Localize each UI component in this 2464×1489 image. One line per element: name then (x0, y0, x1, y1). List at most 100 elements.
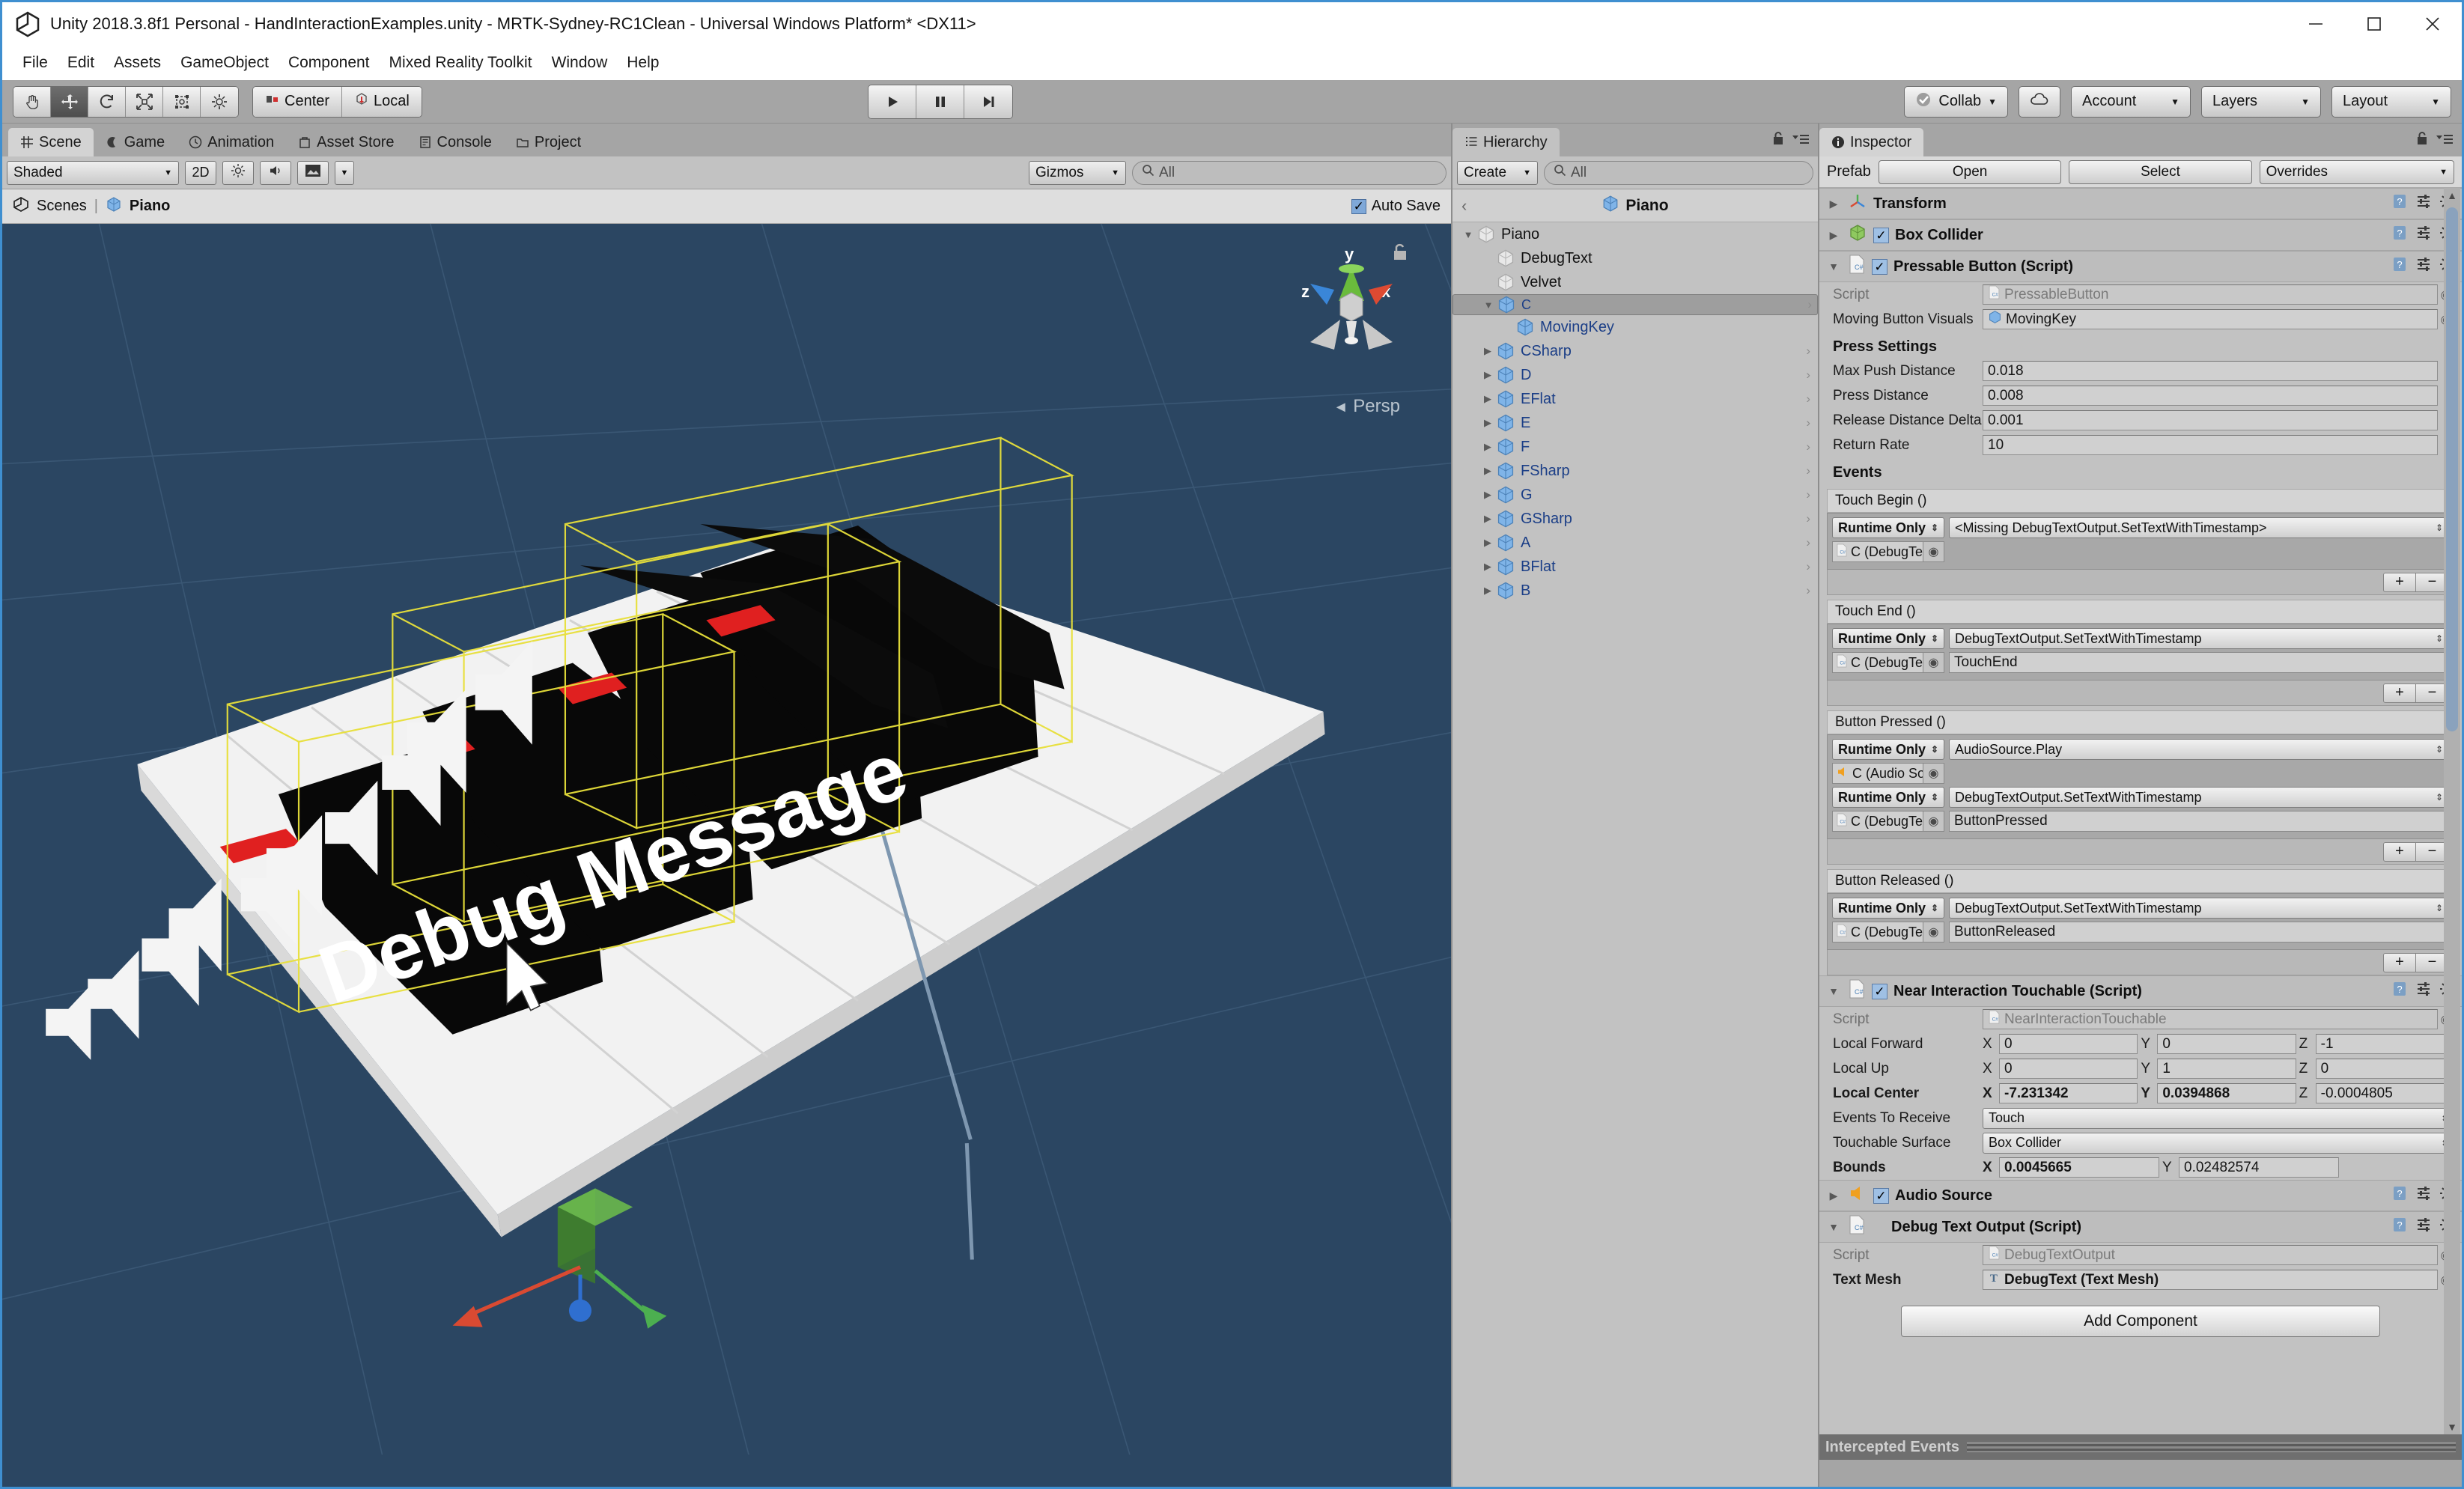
touchable-surface-dropdown[interactable]: Box Collider ⇕ (1983, 1132, 2454, 1154)
expand-arrow-icon[interactable]: ▼ (1460, 229, 1476, 240)
menu-gameobject[interactable]: GameObject (171, 51, 279, 75)
menu-component[interactable]: Component (279, 51, 380, 75)
expand-arrow-icon[interactable]: ▶ (1479, 417, 1496, 429)
projection-label[interactable]: ◄ Persp (1333, 396, 1400, 417)
hierarchy-item-f[interactable]: ▶ F › (1452, 435, 1818, 459)
lock-icon[interactable] (1771, 131, 1785, 150)
hierarchy-item-debugtext[interactable]: DebugText (1452, 246, 1818, 270)
hierarchy-item-movingkey[interactable]: MovingKey (1452, 315, 1818, 339)
preset-icon[interactable] (2415, 981, 2432, 1002)
hierarchy-item-e[interactable]: ▶ E › (1452, 411, 1818, 435)
scene-viewport[interactable]: Debug Message y x z (2, 224, 1451, 1487)
tab-animation[interactable]: Animation (177, 128, 286, 156)
preset-icon[interactable] (2415, 1185, 2432, 1206)
minimize-button[interactable] (2287, 2, 2345, 46)
component-near-interaction-touchable-header[interactable]: ▼ C# ✓ Near Interaction Touchable (Scrip… (1819, 975, 2462, 1007)
tab-project[interactable]: Project (504, 128, 593, 156)
hierarchy-item-velvet[interactable]: Velvet (1452, 270, 1818, 294)
tab-scene[interactable]: Scene (8, 128, 94, 156)
prefab-enter-chevron-icon[interactable]: › (1806, 559, 1810, 574)
tab-console[interactable]: Console (407, 128, 504, 156)
local-forward-y-input[interactable]: 0 (2157, 1034, 2296, 1054)
inspector-scroll-thumb[interactable] (2446, 207, 2458, 731)
max-push-distance-input[interactable]: 0.018 (1983, 361, 2438, 381)
event-object-field[interactable]: C#C (DebugTextO◉ (1832, 922, 1944, 943)
tab-game[interactable]: Game (94, 128, 177, 156)
moving-visuals-value[interactable]: MovingKey (1983, 309, 2438, 329)
component-audio-source-header[interactable]: ▶ ✓ Audio Source ? (1819, 1180, 2462, 1211)
expand-arrow-icon[interactable]: ▶ (1479, 489, 1496, 501)
scene-search-input[interactable]: All (1132, 160, 1447, 185)
breadcrumb-scenes[interactable]: Scenes (37, 198, 87, 215)
help-icon[interactable]: ? (2391, 1217, 2408, 1237)
expand-arrow-icon[interactable]: ▶ (1479, 513, 1496, 525)
event-object-picker-button[interactable]: ◉ (1923, 541, 1944, 562)
event-object-picker-button[interactable]: ◉ (1923, 811, 1944, 832)
step-button[interactable] (964, 85, 1013, 118)
event-object-field[interactable]: C (Audio Sourc◉ (1832, 763, 1944, 784)
hierarchy-item-c[interactable]: ▼ C › (1452, 294, 1818, 315)
cloud-button[interactable] (2019, 85, 2060, 118)
scale-tool-button[interactable] (126, 86, 163, 117)
expand-arrow-icon[interactable]: ▼ (1480, 299, 1497, 311)
local-up-x-input[interactable]: 0 (1999, 1059, 2138, 1079)
event-argument-input[interactable]: ButtonReleased (1949, 922, 2449, 943)
preset-icon[interactable] (2415, 225, 2432, 246)
event-add-button[interactable]: + (2383, 841, 2416, 862)
prefab-enter-chevron-icon[interactable]: › (1806, 487, 1810, 502)
event-object-value[interactable]: C#C (DebugTextO (1832, 922, 1923, 943)
event-add-button[interactable]: + (2383, 572, 2416, 592)
expand-arrow-icon[interactable]: ▶ (1479, 465, 1496, 477)
dto-foldout-icon[interactable]: ▼ (1825, 1221, 1842, 1233)
event-object-picker-button[interactable]: ◉ (1923, 922, 1944, 943)
tab-asset-store[interactable]: Asset Store (286, 128, 406, 156)
help-icon[interactable]: ? (2391, 256, 2408, 277)
tab-hierarchy[interactable]: Hierarchy (1452, 128, 1560, 156)
help-icon[interactable]: ? (2391, 225, 2408, 246)
script-value[interactable]: C# PressableButton (1983, 284, 2438, 305)
rect-tool-button[interactable] (163, 86, 201, 117)
close-button[interactable] (2403, 2, 2462, 46)
hierarchy-item-gsharp[interactable]: ▶ GSharp › (1452, 507, 1818, 531)
prefab-enter-chevron-icon[interactable]: › (1806, 415, 1810, 430)
prefab-enter-chevron-icon[interactable]: › (1806, 583, 1810, 598)
transform-foldout-icon[interactable]: ▶ (1825, 198, 1842, 210)
lighting-toggle-button[interactable] (222, 160, 254, 185)
event-function-dropdown[interactable]: <Missing DebugTextOutput.SetTextWithTime… (1949, 517, 2449, 538)
preset-icon[interactable] (2415, 193, 2432, 214)
hand-tool-button[interactable] (13, 86, 51, 117)
hierarchy-item-eflat[interactable]: ▶ EFlat › (1452, 387, 1818, 411)
tab-inspector[interactable]: Inspector (1819, 128, 1924, 156)
prefab-enter-chevron-icon[interactable]: › (1806, 368, 1810, 383)
lock-icon[interactable] (2415, 131, 2429, 150)
hierarchy-item-piano[interactable]: ▼ Piano (1452, 222, 1818, 246)
event-add-button[interactable]: + (2383, 952, 2416, 972)
events-to-receive-dropdown[interactable]: Touch ⇕ (1983, 1107, 2454, 1129)
collab-button[interactable]: Collab ▼ (1904, 85, 2008, 118)
audio-toggle-button[interactable] (260, 160, 291, 185)
prefab-open-button[interactable]: Open (1878, 159, 2062, 184)
event-object-field[interactable]: C#C (DebugTextO◉ (1832, 652, 1944, 673)
inspector-content[interactable]: ▶ Transform ? ▶ ✓ Box Collider ? ▼ C# ✓ … (1819, 188, 2462, 1434)
menu-file[interactable]: File (13, 51, 58, 75)
pause-button[interactable] (916, 85, 965, 118)
audio-source-foldout-icon[interactable]: ▶ (1825, 1190, 1842, 1202)
component-box-collider-header[interactable]: ▶ ✓ Box Collider ? (1819, 219, 2462, 251)
event-object-value[interactable]: C#C (DebugTextO (1832, 541, 1923, 562)
expand-arrow-icon[interactable]: ▶ (1479, 561, 1496, 573)
pressable-button-foldout-icon[interactable]: ▼ (1825, 261, 1842, 272)
local-center-x-input[interactable]: -7.231342 (1999, 1083, 2138, 1103)
menu-window[interactable]: Window (542, 51, 618, 75)
prefab-overrides-dropdown[interactable]: Overrides ▼ (2259, 159, 2455, 184)
expand-arrow-icon[interactable]: ▶ (1479, 393, 1496, 405)
scroll-up-arrow[interactable]: ▲ (2444, 188, 2460, 203)
hamburger-icon[interactable] (2435, 133, 2454, 150)
event-object-field[interactable]: C#C (DebugTextO◉ (1832, 541, 1944, 562)
play-button[interactable] (869, 85, 917, 118)
component-debug-text-output-header[interactable]: ▼ C# Debug Text Output (Script) ? (1819, 1211, 2462, 1243)
event-object-picker-button[interactable]: ◉ (1923, 652, 1944, 673)
hierarchy-search-input[interactable]: All (1544, 160, 1813, 185)
component-pressable-button-header[interactable]: ▼ C# ✓ Pressable Button (Script) ? (1819, 251, 2462, 282)
event-add-button[interactable]: + (2383, 683, 2416, 703)
inspector-scrollbar[interactable]: ▲ ▼ (2444, 188, 2460, 1434)
